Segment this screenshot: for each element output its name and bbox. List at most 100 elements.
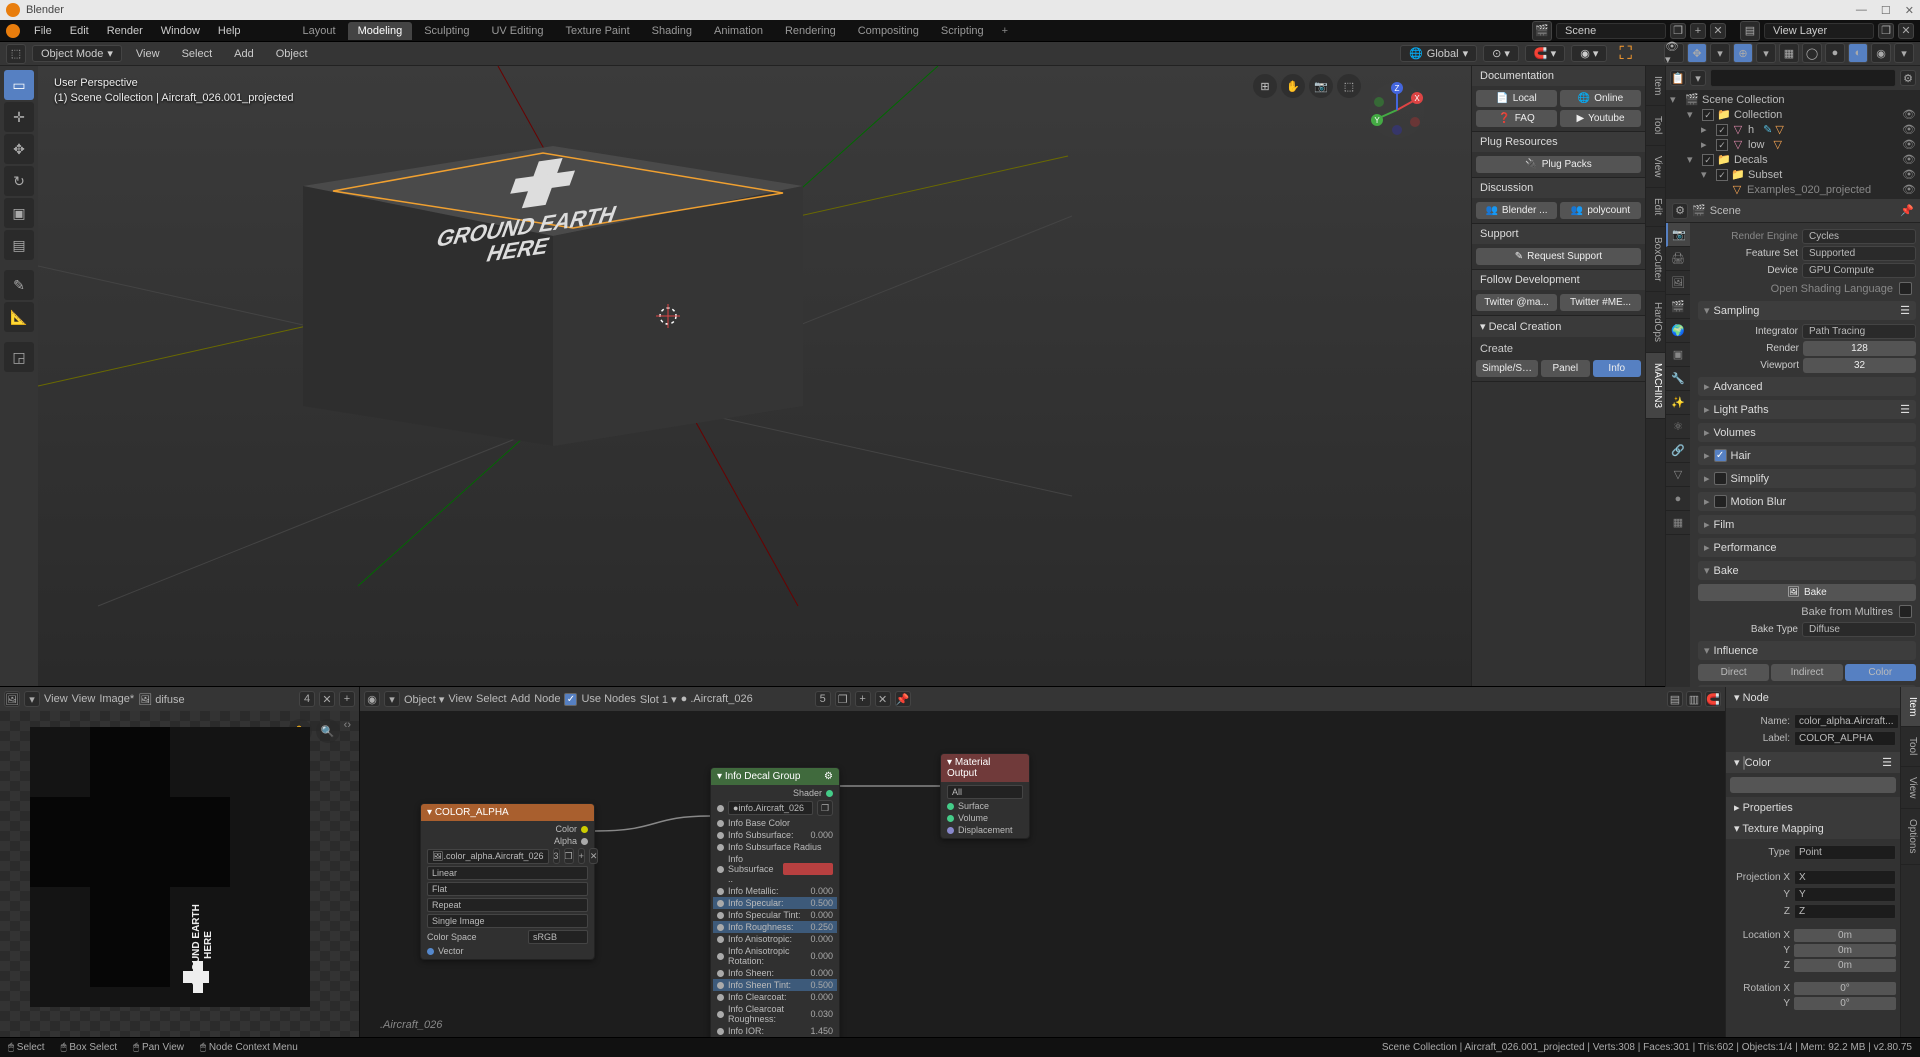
editor-type-icon[interactable]: ⬚ bbox=[6, 44, 26, 64]
texmap-section[interactable]: ▾ Texture Mapping bbox=[1726, 818, 1900, 839]
node-input-row[interactable]: Info IOR:1.450 bbox=[713, 1025, 837, 1037]
mat-users[interactable]: 5 bbox=[815, 691, 831, 707]
tab-modeling[interactable]: Modeling bbox=[348, 22, 413, 40]
imged-mode-icon[interactable]: ▾ bbox=[24, 691, 40, 707]
outliner-display-icon[interactable]: ▾ bbox=[1690, 70, 1706, 86]
mat-new-icon[interactable]: + bbox=[855, 691, 871, 707]
side-tab-hardops[interactable]: HardOps bbox=[1646, 292, 1665, 353]
blender-btn[interactable]: 👥 Blender ... bbox=[1476, 202, 1557, 219]
maximize-icon[interactable]: ☐ bbox=[1881, 4, 1891, 17]
locz-field[interactable]: 0m bbox=[1794, 959, 1896, 972]
side-tab-edit[interactable]: Edit bbox=[1646, 188, 1665, 226]
np-tab-tool[interactable]: Tool bbox=[1901, 727, 1920, 766]
viewlayer-del-icon[interactable]: ✕ bbox=[1898, 23, 1914, 39]
simplify-section[interactable]: ▸Simplify bbox=[1698, 469, 1916, 488]
scale-tool[interactable]: ▣ bbox=[4, 198, 34, 228]
img-3[interactable]: 3 bbox=[553, 848, 560, 864]
noded-snap-icon[interactable]: 🧲 bbox=[1705, 691, 1721, 707]
color-btn[interactable]: Color bbox=[1845, 664, 1916, 681]
src-drop[interactable]: Single Image bbox=[427, 914, 588, 928]
viewlayer-icon[interactable]: ▤ bbox=[1740, 21, 1760, 41]
mat-del-icon[interactable]: ✕ bbox=[875, 691, 891, 707]
sampling-section[interactable]: ▾Sampling☰ bbox=[1698, 301, 1916, 320]
pin-icon[interactable]: 📌 bbox=[1900, 204, 1914, 217]
noded-view[interactable]: View bbox=[448, 693, 472, 705]
zoom2-icon[interactable]: 🔍 bbox=[316, 719, 340, 743]
add-menu[interactable]: Add bbox=[226, 46, 262, 62]
noded-misc1-icon[interactable]: ▤ bbox=[1667, 691, 1683, 707]
node-input-row[interactable]: Info Sheen:0.000 bbox=[713, 967, 837, 979]
node-canvas[interactable]: ▾ COLOR_ALPHA Color Alpha 🖼 .color_alpha… bbox=[360, 711, 1725, 1037]
twitter1-btn[interactable]: Twitter @ma... bbox=[1476, 294, 1557, 311]
imged-image[interactable]: Image* bbox=[99, 693, 134, 705]
color-alpha-node[interactable]: ▾ COLOR_ALPHA Color Alpha 🖼 .color_alpha… bbox=[420, 803, 595, 960]
rotate-tool[interactable]: ↻ bbox=[4, 166, 34, 196]
overlay-drop-icon[interactable]: ▾ bbox=[1756, 43, 1776, 63]
data-props-tab[interactable]: ▽ bbox=[1666, 463, 1690, 487]
node-input-row[interactable]: Info Subsurface Radius bbox=[713, 841, 837, 853]
maximize-area-icon[interactable]: ⛶ bbox=[1619, 43, 1632, 64]
select-tool[interactable]: ▭ bbox=[4, 70, 34, 100]
pivot-dropdown[interactable]: ⊙ ▾ bbox=[1483, 45, 1519, 62]
rendered-shading-icon[interactable]: ◉ bbox=[1871, 43, 1891, 63]
node-input-row[interactable]: Info Subsurface:0.000 bbox=[713, 829, 837, 841]
object-props-tab[interactable]: ▣ bbox=[1666, 343, 1690, 367]
noded-add[interactable]: Add bbox=[511, 693, 531, 705]
scene-del-icon[interactable]: ✕ bbox=[1710, 23, 1726, 39]
multires-checkbox[interactable] bbox=[1899, 605, 1912, 618]
scene-field[interactable]: Scene bbox=[1556, 23, 1666, 39]
side-tab-item[interactable]: Item bbox=[1646, 66, 1665, 106]
pan-icon[interactable]: ✋ bbox=[1281, 74, 1305, 98]
cursor-tool[interactable]: ✛ bbox=[4, 102, 34, 132]
visibility-dropdown-icon[interactable]: 👁▾ bbox=[1664, 43, 1684, 63]
info-decal-node[interactable]: ▾ Info Decal Group ⚙ Shader ● info.Aircr… bbox=[710, 767, 840, 1037]
interp-drop[interactable]: Linear bbox=[427, 866, 588, 880]
object-menu[interactable]: Object bbox=[268, 46, 316, 62]
minimize-icon[interactable]: — bbox=[1856, 4, 1867, 17]
menu-help[interactable]: Help bbox=[210, 23, 249, 39]
menu-file[interactable]: File bbox=[26, 23, 60, 39]
tab-shading[interactable]: Shading bbox=[642, 22, 702, 40]
noded-select[interactable]: Select bbox=[476, 693, 507, 705]
info-copy-icon[interactable]: ❐ bbox=[817, 800, 833, 816]
node-input-row[interactable]: Info Roughness:0.250 bbox=[713, 921, 837, 933]
viewlayer-field[interactable]: View Layer bbox=[1764, 23, 1874, 39]
simplify-checkbox[interactable] bbox=[1714, 472, 1727, 485]
menu-edit[interactable]: Edit bbox=[62, 23, 97, 39]
img-new-icon[interactable]: + bbox=[578, 848, 585, 864]
hair-checkbox[interactable] bbox=[1714, 449, 1727, 462]
viewlayer-props-tab[interactable]: 🖼 bbox=[1666, 271, 1690, 295]
performance-section[interactable]: ▸Performance bbox=[1698, 538, 1916, 557]
proj-drop[interactable]: Flat bbox=[427, 882, 588, 896]
xray-toggle-icon[interactable]: ▦ bbox=[1779, 43, 1799, 63]
menu-window[interactable]: Window bbox=[153, 23, 208, 39]
annotate-tool[interactable]: ✎ bbox=[4, 270, 34, 300]
info-btn[interactable]: Info bbox=[1593, 360, 1642, 377]
image-name-field[interactable]: 🖼 difuse bbox=[138, 693, 295, 706]
imged-view1[interactable]: View bbox=[44, 693, 68, 705]
node-label-field[interactable]: COLOR_ALPHA bbox=[1794, 731, 1896, 746]
node-input-row[interactable]: Info Specular Tint:0.000 bbox=[713, 909, 837, 921]
node-title[interactable]: ▾ Info Decal Group ⚙ bbox=[711, 768, 839, 785]
cs-drop[interactable]: sRGB bbox=[528, 930, 588, 944]
node-input-row[interactable]: Info Clearcoat Roughness:0.030 bbox=[713, 1003, 837, 1025]
material-props-tab[interactable]: ● bbox=[1666, 487, 1690, 511]
camera-icon[interactable]: 📷 bbox=[1309, 74, 1333, 98]
outliner-type-icon[interactable]: 📋 bbox=[1670, 70, 1686, 86]
viewport-samples[interactable]: 32 bbox=[1803, 358, 1916, 373]
plug-packs-button[interactable]: 🔌 Plug Packs bbox=[1476, 156, 1641, 173]
tree-row[interactable]: ▾📁Collection👁 bbox=[1668, 107, 1918, 122]
node-input-row[interactable]: Info Sheen Tint:0.500 bbox=[713, 979, 837, 991]
baketype-value[interactable]: Diffuse bbox=[1802, 622, 1916, 637]
simple-btn[interactable]: Simple/S… bbox=[1476, 360, 1538, 377]
use-nodes-checkbox[interactable] bbox=[564, 693, 577, 706]
np-tab-options[interactable]: Options bbox=[1901, 809, 1920, 864]
image-canvas[interactable]: ✋ 🔍 ‹› GROUND EARTH HERE bbox=[0, 711, 359, 1037]
decal-creation-header[interactable]: ▾ Decal Creation bbox=[1472, 316, 1645, 337]
tree-root[interactable]: ▾🎬Scene Collection bbox=[1668, 92, 1918, 107]
gizmo-toggle-icon[interactable]: ✥ bbox=[1687, 43, 1707, 63]
noded-object-drop[interactable]: Object ▾ bbox=[404, 693, 444, 706]
node-input-row[interactable]: Info Clearcoat:0.000 bbox=[713, 991, 837, 1003]
node-input-row[interactable]: Info Specular:0.500 bbox=[713, 897, 837, 909]
persp-icon[interactable]: ⬚ bbox=[1337, 74, 1361, 98]
